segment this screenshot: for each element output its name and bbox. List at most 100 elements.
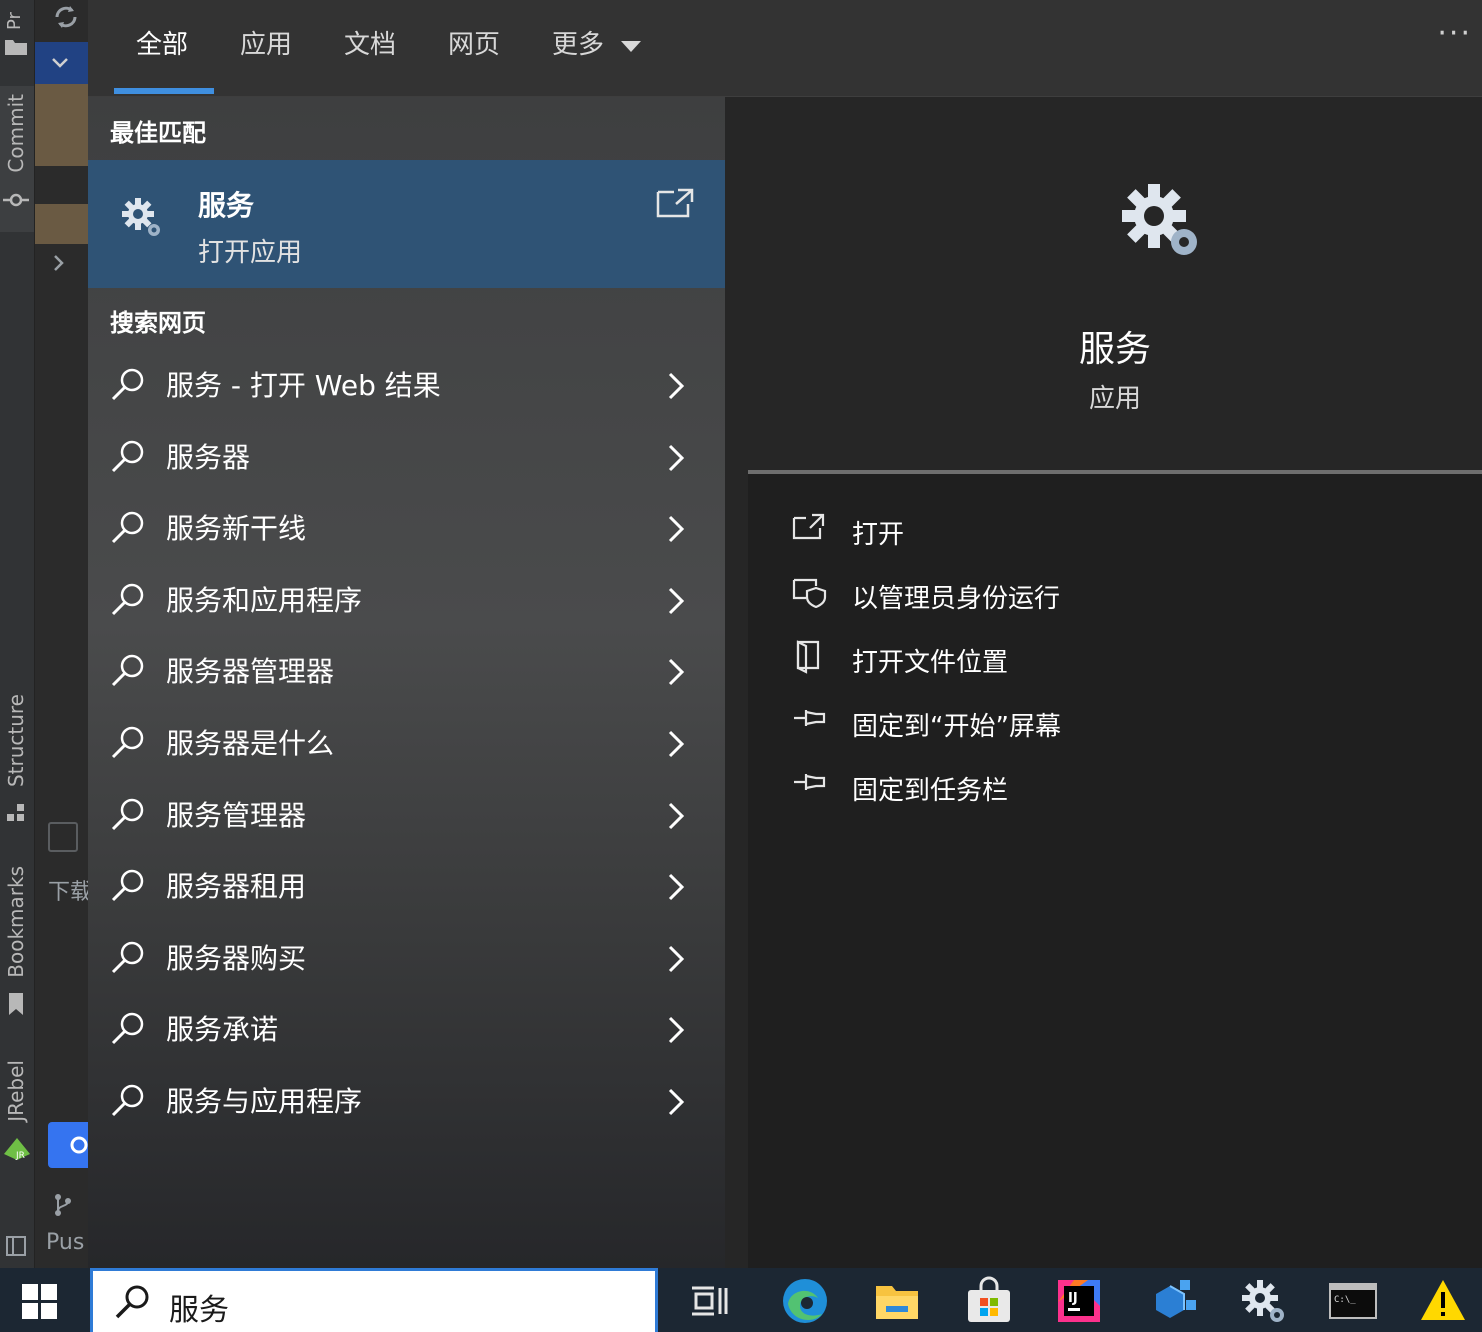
services-gear-icon: [122, 198, 160, 236]
jrebel-icon: JR: [4, 1138, 30, 1161]
taskbar-search-box[interactable]: 服务: [90, 1268, 658, 1332]
task-view-icon[interactable]: [684, 1276, 734, 1326]
web-search-result[interactable]: 服务 - 打开 Web 结果: [88, 350, 725, 422]
chevron-right-icon[interactable]: [664, 656, 688, 688]
active-tab-indicator: [114, 88, 214, 94]
pin-taskbar-icon: [794, 774, 826, 790]
search-icon: [111, 511, 144, 544]
ide-push-label: Pus: [46, 1230, 85, 1255]
shield-icon: [792, 578, 827, 608]
web-search-result[interactable]: 服务和应用程序: [88, 565, 725, 637]
svg-text:JR: JR: [15, 1151, 25, 1161]
web-search-result-label: 服务承诺: [166, 1013, 279, 1047]
ide-download-label: 下载: [48, 880, 88, 905]
windows-logo-icon: [22, 1284, 57, 1319]
edge-icon[interactable]: [780, 1276, 830, 1326]
chevron-right-icon[interactable]: [664, 513, 688, 545]
chevron-down-icon: [52, 58, 68, 68]
chevron-right-icon[interactable]: [664, 370, 688, 402]
chevron-right-icon[interactable]: [664, 1086, 688, 1118]
action-pin-to-taskbar[interactable]: 固定到任务栏: [792, 764, 1392, 814]
tab-more-label: 更多: [552, 30, 605, 60]
web-search-result-label: 服务器租用: [166, 870, 307, 904]
detail-app-type: 应用: [1088, 384, 1141, 414]
search-icon: [115, 1285, 149, 1319]
web-search-result-label: 服务和应用程序: [166, 583, 363, 617]
ide-changed-row: [35, 84, 88, 166]
intellij-icon[interactable]: IJ: [1054, 1276, 1104, 1326]
web-search-result-label: 服务 - 打开 Web 结果: [166, 369, 441, 402]
web-search-result[interactable]: 服务与应用程序: [88, 1066, 725, 1138]
web-search-result[interactable]: 服务器管理器: [88, 636, 725, 708]
project-tab-label[interactable]: Pr: [4, 0, 25, 30]
search-icon: [111, 869, 144, 902]
services-gear-large-icon: [1122, 184, 1197, 255]
web-search-result[interactable]: 服务器租用: [88, 851, 725, 923]
chevron-right-icon[interactable]: [48, 252, 70, 274]
chevron-right-icon[interactable]: [664, 442, 688, 474]
structure-tab[interactable]: Structure: [4, 694, 28, 787]
chevron-right-icon[interactable]: [664, 943, 688, 975]
tab-documents[interactable]: 文档: [344, 24, 396, 61]
chevron-right-icon[interactable]: [664, 1014, 688, 1046]
chevron-right-icon[interactable]: [664, 585, 688, 617]
file-explorer-icon[interactable]: [872, 1276, 922, 1326]
commit-tab[interactable]: Commit: [4, 94, 28, 173]
action-open-file-location-label: 打开文件位置: [852, 648, 1009, 678]
search-icon: [111, 726, 144, 759]
web-search-result-label: 服务器管理器: [166, 655, 335, 689]
tab-all[interactable]: 全部: [136, 24, 188, 61]
tab-apps[interactable]: 应用: [240, 24, 292, 61]
web-search-result-label: 服务器购买: [166, 941, 307, 975]
refresh-small-icon: [70, 1136, 88, 1154]
open-icon: [792, 513, 825, 540]
chevron-right-icon[interactable]: [664, 800, 688, 832]
search-tab-bar: 全部 应用 文档 网页 更多 ···: [88, 0, 1482, 97]
jrebel-tab[interactable]: JRebel: [4, 1060, 28, 1122]
action-pin-to-start[interactable]: 固定到“开始”屏幕: [792, 700, 1392, 750]
web-search-result-label: 服务新干线: [166, 512, 307, 546]
web-search-result-label: 服务器: [166, 440, 251, 474]
action-open-file-location[interactable]: 打开文件位置: [792, 636, 1392, 686]
ide-checkbox[interactable]: [48, 822, 78, 852]
ide-expand-row[interactable]: [35, 42, 88, 84]
action-run-as-admin[interactable]: 以管理员身份运行: [792, 572, 1392, 622]
start-button[interactable]: [0, 1268, 88, 1332]
ide-blue-button[interactable]: [48, 1122, 88, 1168]
action-pin-to-taskbar-label: 固定到任务栏: [852, 776, 1009, 806]
refresh-icon[interactable]: [51, 2, 81, 32]
tab-web[interactable]: 网页: [448, 24, 500, 61]
action-open[interactable]: 打开: [792, 508, 1392, 558]
store-icon[interactable]: [964, 1276, 1014, 1326]
web-search-result-label: 服务与应用程序: [166, 1085, 363, 1118]
warning-icon[interactable]: [1418, 1276, 1468, 1326]
search-icon: [111, 1013, 144, 1045]
web-search-title: 搜索网页: [110, 309, 206, 337]
bookmarks-tab[interactable]: Bookmarks: [4, 866, 28, 978]
best-match-item[interactable]: 服务 打开应用: [88, 160, 725, 288]
web-search-result[interactable]: 服务器: [88, 422, 725, 494]
services-gear-taskbar-icon[interactable]: [1238, 1276, 1288, 1326]
web-search-result[interactable]: 服务器是什么: [88, 708, 725, 780]
search-icon: [111, 440, 144, 472]
best-match-title: 最佳匹配: [110, 119, 206, 147]
web-search-result[interactable]: 服务新干线: [88, 493, 725, 565]
chevron-right-icon[interactable]: [664, 728, 688, 760]
web-search-result[interactable]: 服务管理器: [88, 780, 725, 852]
tab-more[interactable]: 更多: [552, 24, 642, 61]
search-panel: 全部 应用 文档 网页 更多 ··· 最佳匹配 服务 打开应用 搜索网页 服务 …: [88, 0, 1482, 1268]
chevron-right-icon[interactable]: [664, 871, 688, 903]
svg-text:IJ: IJ: [1068, 1291, 1078, 1306]
network-app-icon[interactable]: [1150, 1276, 1200, 1326]
web-search-result[interactable]: 服务承诺: [88, 994, 725, 1066]
branch-icon[interactable]: [52, 1192, 74, 1218]
more-options-button[interactable]: ···: [1437, 16, 1472, 51]
terminal-icon[interactable]: C:\_: [1328, 1276, 1378, 1326]
action-run-as-admin-label: 以管理员身份运行: [852, 584, 1061, 614]
detail-pane: 服务 应用 打开 以管理员身份运行 打开文件位置 固定到“开始”屏幕 固定到任务…: [748, 120, 1482, 1268]
web-search-result-label: 服务管理器: [166, 798, 307, 832]
window-icon[interactable]: [4, 1234, 28, 1258]
web-search-result[interactable]: 服务器购买: [88, 923, 725, 995]
open-external-icon[interactable]: [656, 186, 696, 218]
action-pin-to-start-label: 固定到“开始”屏幕: [852, 712, 1061, 742]
